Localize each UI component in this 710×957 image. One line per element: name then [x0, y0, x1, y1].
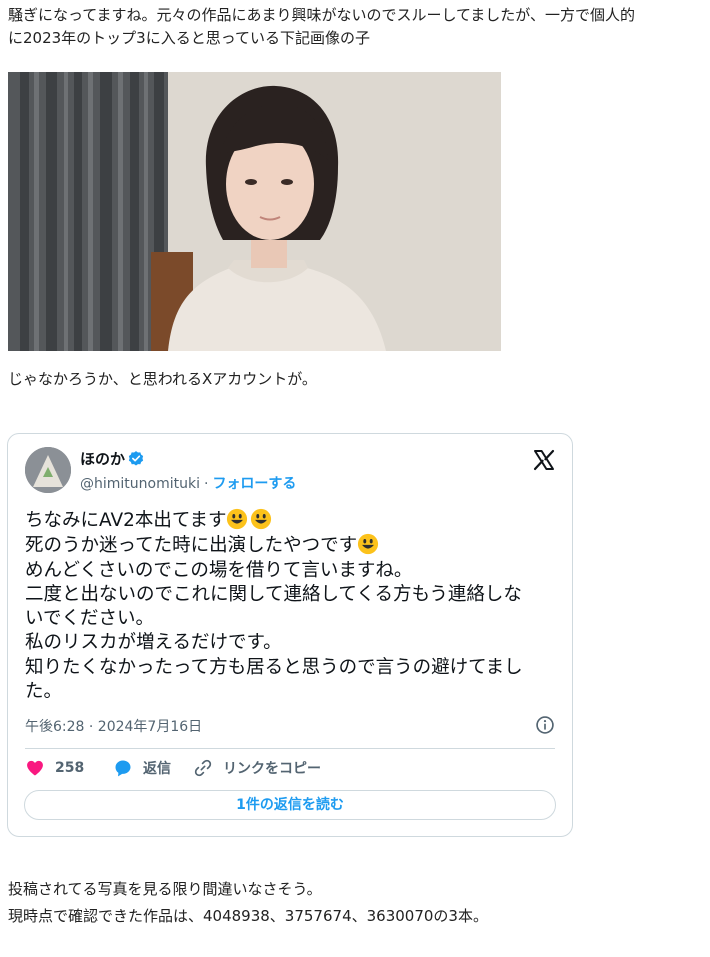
- post-line: 死のうか迷ってた時に出演したやつです: [25, 533, 559, 558]
- separator: ·: [203, 476, 209, 492]
- smiley-emoji-icon: [251, 508, 272, 530]
- copy-link-button[interactable]: リンクをコピー: [193, 758, 321, 778]
- x-logo-icon[interactable]: [532, 448, 556, 472]
- reply-label: 返信: [143, 761, 171, 777]
- intro-paragraph: 騒ぎになってますね。元々の作品にあまり興味がないのでスルーしてましたが、一方で個…: [8, 4, 698, 50]
- post-line: ちなみにAV2本出てます: [25, 508, 559, 533]
- intro-line-2: に2023年のトップ3に入ると思っている下記画像の子: [8, 29, 370, 47]
- smiley-emoji-icon: [357, 534, 379, 555]
- display-name[interactable]: ほのか: [80, 448, 125, 469]
- photo-illustration: [8, 72, 501, 351]
- avatar[interactable]: [25, 447, 71, 493]
- reply-bubble-icon: [115, 760, 131, 777]
- heart-icon: [27, 760, 43, 776]
- outro-line-2: 現時点で確認できた作品は、4048938、3757674、3630070の3本。: [8, 907, 488, 925]
- smiley-emoji-icon: [227, 508, 248, 530]
- post-line: 二度と出ないのでこれに関して連絡してくる方もう連絡しな: [25, 583, 522, 605]
- after-photo-text: じゃなかろうか、と思われるXアカウントが。: [8, 370, 317, 388]
- article-photo: [8, 72, 501, 351]
- like-button[interactable]: 258: [25, 758, 84, 778]
- handle-row: @himitunomituki · フォローする: [80, 473, 296, 493]
- info-icon[interactable]: [535, 715, 555, 735]
- avatar-image-icon: [25, 447, 71, 493]
- post-line: 知りたくなかったって方も居ると思うので言うの避けてまし: [25, 656, 523, 678]
- copy-link-label: リンクをコピー: [223, 761, 321, 777]
- post-line: た。: [25, 681, 63, 703]
- like-count: 258: [55, 760, 85, 776]
- post-text: ちなみにAV2本出てます 死のうか迷ってた時に出演したやつです めんどくさいので…: [25, 508, 559, 704]
- read-replies-button[interactable]: 1件の返信を読む: [24, 790, 556, 820]
- outro-line-1: 投稿されてる写真を見る限り間違いなさそう。: [8, 880, 322, 898]
- post-line: 私のリスカが増えるだけです。: [25, 632, 282, 654]
- intro-line-1: 騒ぎになってますね。元々の作品にあまり興味がないのでスルーしてましたが、一方で個…: [8, 6, 636, 24]
- link-icon: [194, 759, 212, 777]
- embedded-post-card[interactable]: ほのか @himitunomituki · フォローする ちなみにAV2本出てます …: [7, 433, 573, 837]
- post-line: いでください。: [25, 608, 154, 630]
- reply-button[interactable]: 返信: [113, 758, 171, 778]
- follow-button[interactable]: フォローする: [212, 476, 296, 492]
- post-timestamp[interactable]: 午後6:28 · 2024年7月16日: [25, 716, 202, 736]
- post-line: めんどくさいのでこの場を借りて言いますね。: [25, 559, 413, 581]
- divider: [25, 748, 555, 749]
- handle[interactable]: @himitunomituki: [80, 476, 200, 492]
- verified-badge-icon: [128, 451, 144, 466]
